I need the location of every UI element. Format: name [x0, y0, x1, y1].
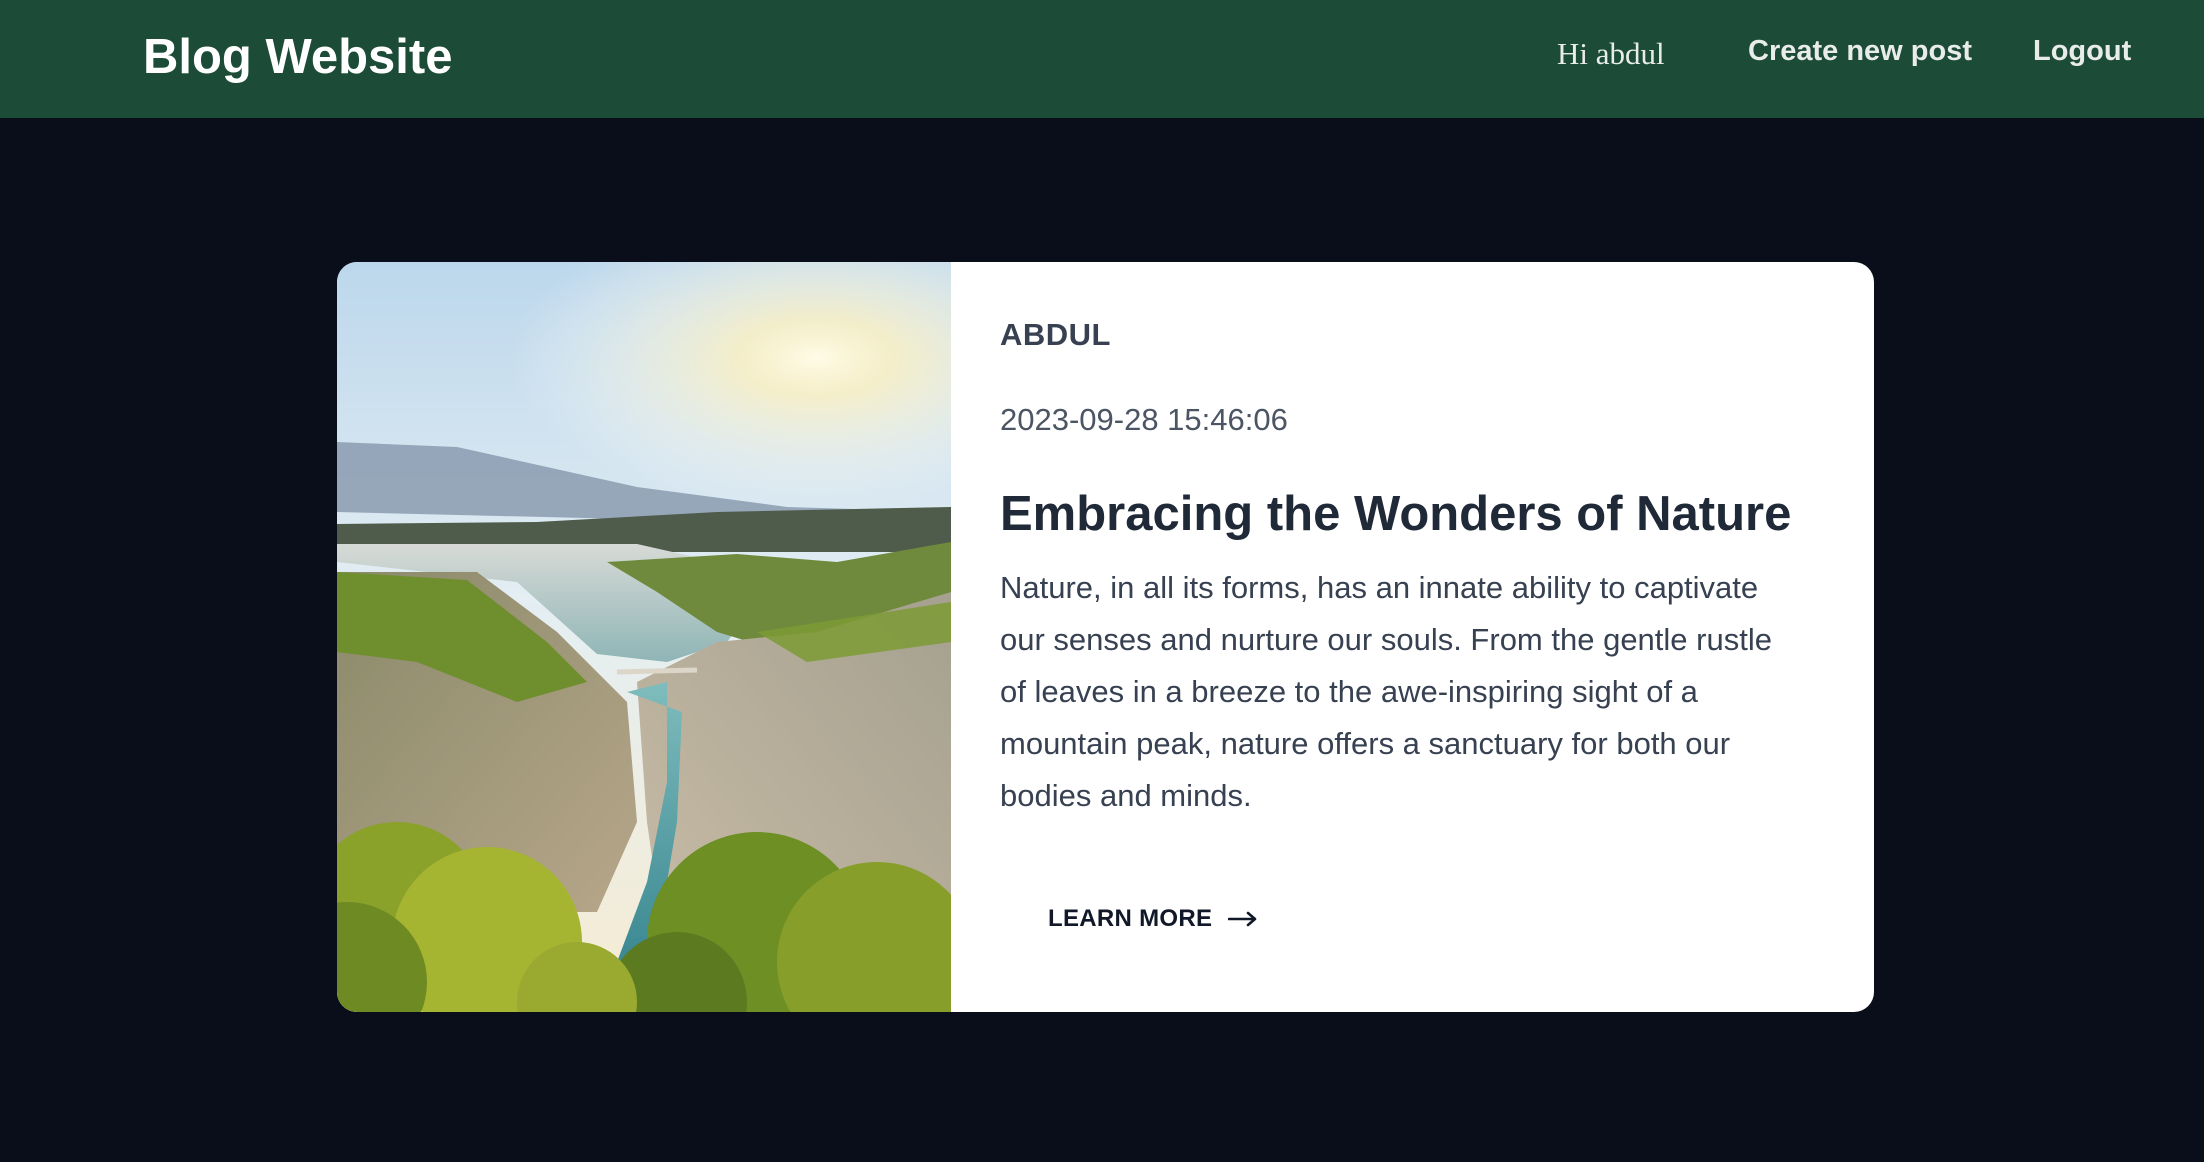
- learn-more-label: LEARN MORE: [1048, 905, 1213, 932]
- post-title[interactable]: Embracing the Wonders of Nature: [1000, 482, 1820, 546]
- post-image: [337, 262, 951, 1012]
- top-navbar: Blog Website Hi abdul Create new post Lo…: [0, 0, 2204, 118]
- learn-more-button[interactable]: LEARN MORE: [1048, 904, 1258, 934]
- post-timestamp: 2023-09-28 15:46:06: [1000, 402, 1288, 437]
- create-post-link[interactable]: Create new post: [1748, 31, 1972, 71]
- user-greeting: Hi abdul: [1557, 36, 1665, 71]
- post-card: ABDUL 2023-09-28 15:46:06 Embracing the …: [337, 262, 1874, 1012]
- post-author: ABDUL: [1000, 317, 1111, 352]
- arrow-right-icon: [1228, 911, 1257, 927]
- post-excerpt: Nature, in all its forms, has an innate …: [1000, 570, 1772, 813]
- site-brand[interactable]: Blog Website: [143, 25, 452, 89]
- logout-link[interactable]: Logout: [2033, 31, 2131, 71]
- post-content: ABDUL 2023-09-28 15:46:06 Embracing the …: [1000, 262, 1820, 1012]
